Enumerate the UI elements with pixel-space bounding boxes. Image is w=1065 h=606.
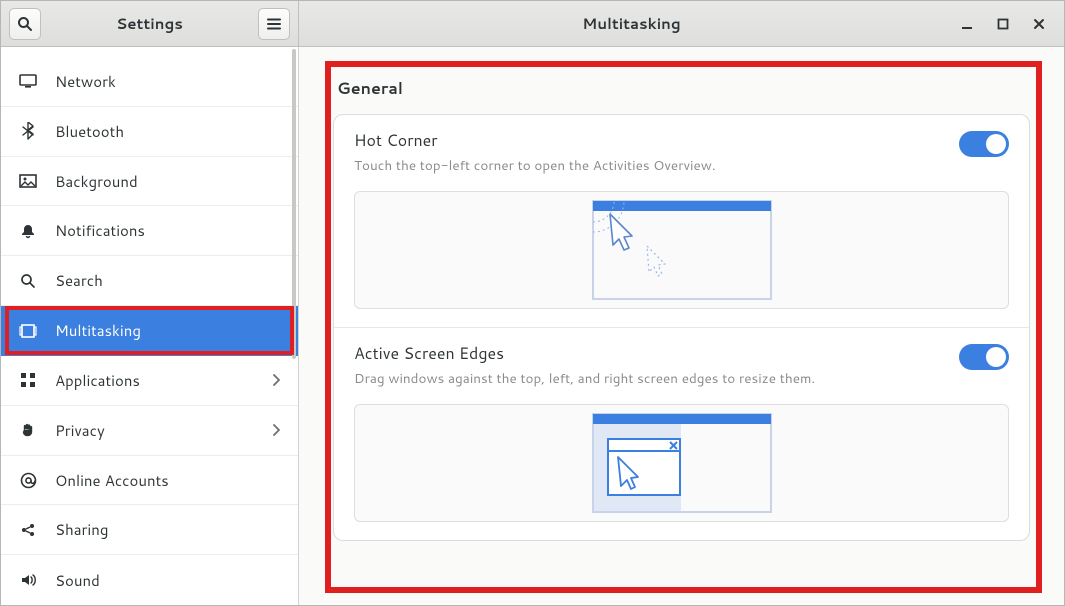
at-icon xyxy=(19,472,37,489)
row-desc: Drag windows against the top, left, and … xyxy=(354,369,943,388)
row-hot-corner: Hot Corner Touch the top-left corner to … xyxy=(334,115,1029,328)
sidebar-item-background[interactable]: Background xyxy=(1,157,298,207)
row-desc: Touch the top-left corner to open the Ac… xyxy=(354,156,943,175)
row-title: Active Screen Edges xyxy=(354,342,943,365)
minimize-button[interactable] xyxy=(956,13,978,35)
content-area: General Hot Corner Touch the top-left co… xyxy=(299,47,1064,605)
sidebar-scrollbar[interactable] xyxy=(290,47,298,485)
sidebar-item-applications[interactable]: Applications xyxy=(1,356,298,406)
red-highlight-sidebar xyxy=(5,306,294,355)
maximize-button[interactable] xyxy=(992,13,1014,35)
multitask-icon xyxy=(19,324,37,338)
chevron-right-icon xyxy=(272,374,280,386)
sidebar-item-label: Sharing xyxy=(55,519,108,540)
sidebar-item-label: Network xyxy=(55,71,116,92)
hamburger-icon xyxy=(266,16,282,32)
hand-icon xyxy=(19,422,37,438)
minimize-icon xyxy=(960,17,974,31)
active-edges-switch[interactable] xyxy=(959,344,1009,370)
sidebar-item-network[interactable]: Network xyxy=(1,57,298,107)
sidebar-item-privacy[interactable]: Privacy xyxy=(1,406,298,456)
row-active-edges: Active Screen Edges Drag windows against… xyxy=(334,328,1029,540)
page-title: Multitasking xyxy=(307,13,956,34)
hot-corner-svg xyxy=(592,200,772,300)
sidebar-item-label: Notifications xyxy=(55,220,145,241)
section-title-general: General xyxy=(337,77,1026,100)
sidebar-item-label: Bluetooth xyxy=(55,121,124,142)
background-icon xyxy=(19,174,37,188)
sidebar-item-bluetooth[interactable]: Bluetooth xyxy=(1,107,298,157)
row-title: Hot Corner xyxy=(354,129,943,152)
sidebar-item-notifications[interactable]: Notifications xyxy=(1,206,298,256)
chevron-right-icon xyxy=(272,424,280,436)
bell-icon xyxy=(19,223,37,239)
active-edges-illustration xyxy=(354,404,1009,522)
maximize-icon xyxy=(997,18,1009,30)
sidebar-title: Settings xyxy=(49,13,250,34)
share-icon xyxy=(19,522,37,538)
sidebar-item-label: Background xyxy=(55,171,138,192)
search-icon xyxy=(17,16,33,32)
apps-icon xyxy=(19,372,37,388)
search-icon xyxy=(19,273,37,289)
sidebar-item-label: Privacy xyxy=(55,420,105,441)
sidebar-item-label: Applications xyxy=(55,370,140,391)
active-edges-svg xyxy=(592,413,772,513)
search-button[interactable] xyxy=(9,8,41,40)
sidebar-item-label: Online Accounts xyxy=(55,470,169,491)
close-button[interactable] xyxy=(1028,13,1050,35)
sidebar-item-label: Search xyxy=(55,270,103,291)
sidebar-item-multitasking[interactable]: Multitasking xyxy=(1,306,298,356)
bluetooth-icon xyxy=(19,122,37,140)
sidebar-item-search[interactable]: Search xyxy=(1,256,298,306)
hot-corner-switch[interactable] xyxy=(959,131,1009,157)
sound-icon xyxy=(19,572,37,588)
close-icon xyxy=(1033,18,1045,30)
sidebar-item-sharing[interactable]: Sharing xyxy=(1,505,298,555)
sidebar-item-label: Sound xyxy=(55,570,100,591)
display-icon xyxy=(19,74,37,88)
sidebar: Network Bluetooth Background Notificatio… xyxy=(1,47,299,605)
sidebar-item-sound[interactable]: Sound xyxy=(1,555,298,605)
sidebar-item-online-accounts[interactable]: Online Accounts xyxy=(1,456,298,506)
hot-corner-illustration xyxy=(354,191,1009,309)
menu-button[interactable] xyxy=(258,8,290,40)
sidebar-item-label: Multitasking xyxy=(55,320,141,341)
general-panel: Hot Corner Touch the top-left corner to … xyxy=(333,114,1030,541)
